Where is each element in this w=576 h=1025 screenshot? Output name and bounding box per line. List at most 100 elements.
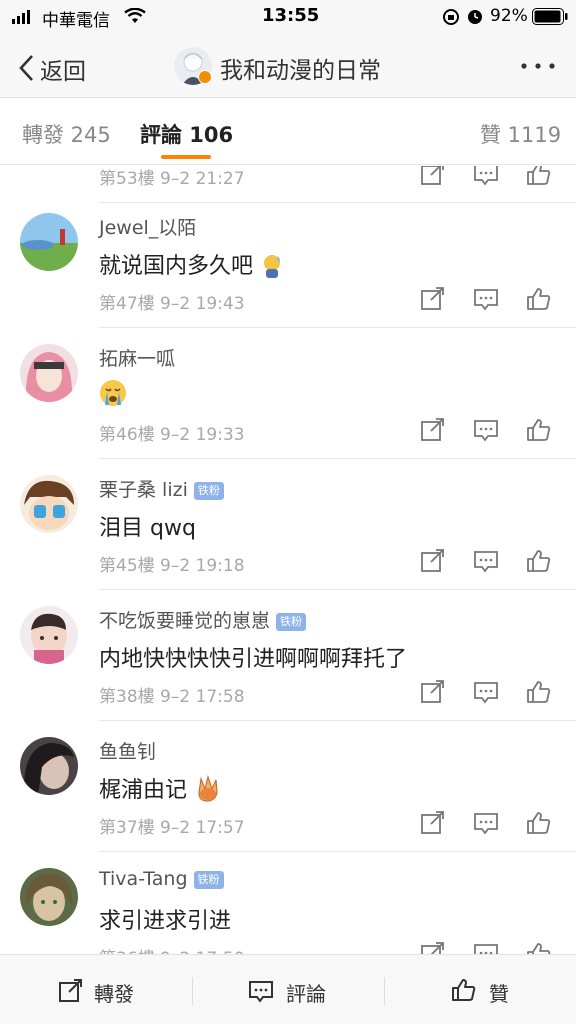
verified-badge-icon xyxy=(198,70,212,84)
comment-item: 栗子桑 lizi 铁粉 泪目 qwq 第45樓 9–2 19:18 xyxy=(0,459,576,590)
repost-icon[interactable] xyxy=(420,680,446,704)
comment-text: 梶浦由记 xyxy=(99,772,223,804)
user-name[interactable]: 栗子桑 lizi 铁粉 xyxy=(99,475,224,502)
chevron-left-icon xyxy=(19,55,33,81)
user-name[interactable]: Tiva-Tang 铁粉 xyxy=(99,868,224,890)
comment-text-body: 梶浦由记 xyxy=(99,778,188,803)
cartoon-avatar-icon xyxy=(20,475,78,533)
comment-text: 泪目 qwq xyxy=(99,516,196,541)
tab-bar: 轉發 245 評論 106 贊 1119 xyxy=(0,99,576,165)
page-title: 我和动漫的日常 xyxy=(220,58,381,84)
comment-label: 評論 xyxy=(286,982,326,1006)
tab-repost[interactable]: 轉發 245 xyxy=(22,119,111,149)
like-label: 贊 xyxy=(489,982,509,1006)
like-button[interactable]: 贊 xyxy=(385,955,576,1025)
battery-icon xyxy=(532,8,568,25)
avatar[interactable] xyxy=(20,606,78,664)
comment-icon[interactable] xyxy=(473,287,499,311)
like-icon[interactable] xyxy=(526,811,552,835)
comment-meta: 第53樓 9–2 21:27 xyxy=(99,169,245,189)
comment-icon xyxy=(249,981,273,1003)
status-bar: 中華電信 13:55 92% xyxy=(0,0,576,34)
repost-icon[interactable] xyxy=(420,942,446,954)
comment-meta: 第36樓 9–2 17:50 xyxy=(99,944,245,954)
avatar[interactable] xyxy=(20,344,78,402)
like-icon[interactable] xyxy=(526,680,552,704)
signal-icon xyxy=(12,10,30,24)
comment-meta: 第45樓 9–2 19:18 xyxy=(99,556,245,576)
fan-badge: 铁粉 xyxy=(193,482,224,500)
repost-label: 轉發 xyxy=(94,982,134,1006)
victory-hand-icon xyxy=(198,774,218,802)
avatar[interactable] xyxy=(20,475,78,533)
like-icon[interactable] xyxy=(526,166,552,186)
user-name-text: 栗子桑 lizi xyxy=(99,479,188,501)
repost-icon[interactable] xyxy=(420,166,446,186)
comment-meta: 第38樓 9–2 17:58 xyxy=(99,687,245,707)
nav-bar: 返回 我和动漫的日常 xyxy=(0,34,576,98)
dark-hair-avatar-icon xyxy=(20,737,78,795)
comment-icon[interactable] xyxy=(473,418,499,442)
user-name-text: 不吃饭要睡觉的崽崽 xyxy=(99,610,271,632)
comment-text: 内地快快快快引进啊啊啊拜托了 xyxy=(99,647,408,672)
landscape-avatar-icon xyxy=(20,213,78,271)
active-tab-indicator xyxy=(161,155,211,159)
tab-like[interactable]: 贊 1119 xyxy=(480,119,561,149)
comment-text: 求引进求引进 xyxy=(99,909,232,934)
repost-icon xyxy=(59,979,82,1002)
comment-button[interactable]: 評論 xyxy=(193,955,384,1025)
more-icon[interactable] xyxy=(520,62,558,70)
comment-item: 不吃饭要睡觉的崽崽 铁粉 内地快快快快引进啊啊啊拜托了 第38樓 9–2 17:5… xyxy=(0,590,576,721)
crying-face-icon xyxy=(100,380,126,406)
comment-icon[interactable] xyxy=(473,811,499,835)
alarm-icon xyxy=(468,10,482,24)
bottom-action-bar: 轉發 評論 贊 xyxy=(0,954,576,1024)
user-name-text: Tiva-Tang xyxy=(99,868,188,890)
like-icon[interactable] xyxy=(526,549,552,573)
repost-button[interactable]: 轉發 xyxy=(0,955,192,1025)
rotation-lock-icon xyxy=(443,9,459,25)
avatar[interactable] xyxy=(20,868,78,926)
back-button[interactable]: 返回 xyxy=(14,50,98,85)
like-icon xyxy=(452,979,476,1001)
comment-meta: 第46樓 9–2 19:33 xyxy=(99,425,245,445)
sweat-icon xyxy=(264,255,281,278)
comment-icon[interactable] xyxy=(473,680,499,704)
back-label: 返回 xyxy=(40,59,86,85)
avatar[interactable] xyxy=(20,213,78,271)
comment-icon[interactable] xyxy=(473,549,499,573)
green-avatar-icon xyxy=(20,868,78,926)
carrier-label: 中華電信 xyxy=(42,11,110,31)
comment-list[interactable]: 第53樓 9–2 21:27 Jewel_以陌 就说国内多久吧 第47樓 9–2… xyxy=(0,166,576,954)
repost-icon[interactable] xyxy=(420,811,446,835)
repost-icon[interactable] xyxy=(420,418,446,442)
fan-badge: 铁粉 xyxy=(193,871,224,889)
user-name[interactable]: 拓麻一呱 xyxy=(99,344,175,371)
user-name[interactable]: 鱼鱼钊 xyxy=(99,737,156,764)
like-icon[interactable] xyxy=(526,942,552,954)
pink-hair-avatar-icon xyxy=(20,344,78,402)
comment-icon[interactable] xyxy=(473,166,499,186)
avatar[interactable] xyxy=(20,737,78,795)
comment-text: 就说国内多久吧 xyxy=(99,248,285,280)
like-icon[interactable] xyxy=(526,287,552,311)
tab-comment[interactable]: 評論 106 xyxy=(140,119,233,149)
clock: 13:55 xyxy=(262,5,320,26)
comment-item: Jewel_以陌 就说国内多久吧 第47樓 9–2 19:43 xyxy=(0,197,576,328)
wifi-icon xyxy=(124,8,146,23)
repost-icon[interactable] xyxy=(420,287,446,311)
comment-item: Tiva-Tang 铁粉 求引进求引进 第36樓 9–2 17:50 xyxy=(0,852,576,954)
comment-text xyxy=(99,379,127,407)
comment-icon[interactable] xyxy=(473,942,499,954)
repost-icon[interactable] xyxy=(420,549,446,573)
like-icon[interactable] xyxy=(526,418,552,442)
comment-item: 鱼鱼钊 梶浦由记 第37樓 9–2 17:57 xyxy=(0,721,576,852)
comment-meta: 第47樓 9–2 19:43 xyxy=(99,294,245,314)
battery-percent: 92% xyxy=(490,6,528,26)
baby-avatar-icon xyxy=(20,606,78,664)
user-name[interactable]: 不吃饭要睡觉的崽崽 铁粉 xyxy=(99,606,307,633)
comment-item: 拓麻一呱 第46樓 9–2 19:33 xyxy=(0,328,576,459)
user-name[interactable]: Jewel_以陌 xyxy=(99,213,196,240)
fan-badge: 铁粉 xyxy=(276,613,307,631)
comment-text-body: 就说国内多久吧 xyxy=(99,254,254,279)
